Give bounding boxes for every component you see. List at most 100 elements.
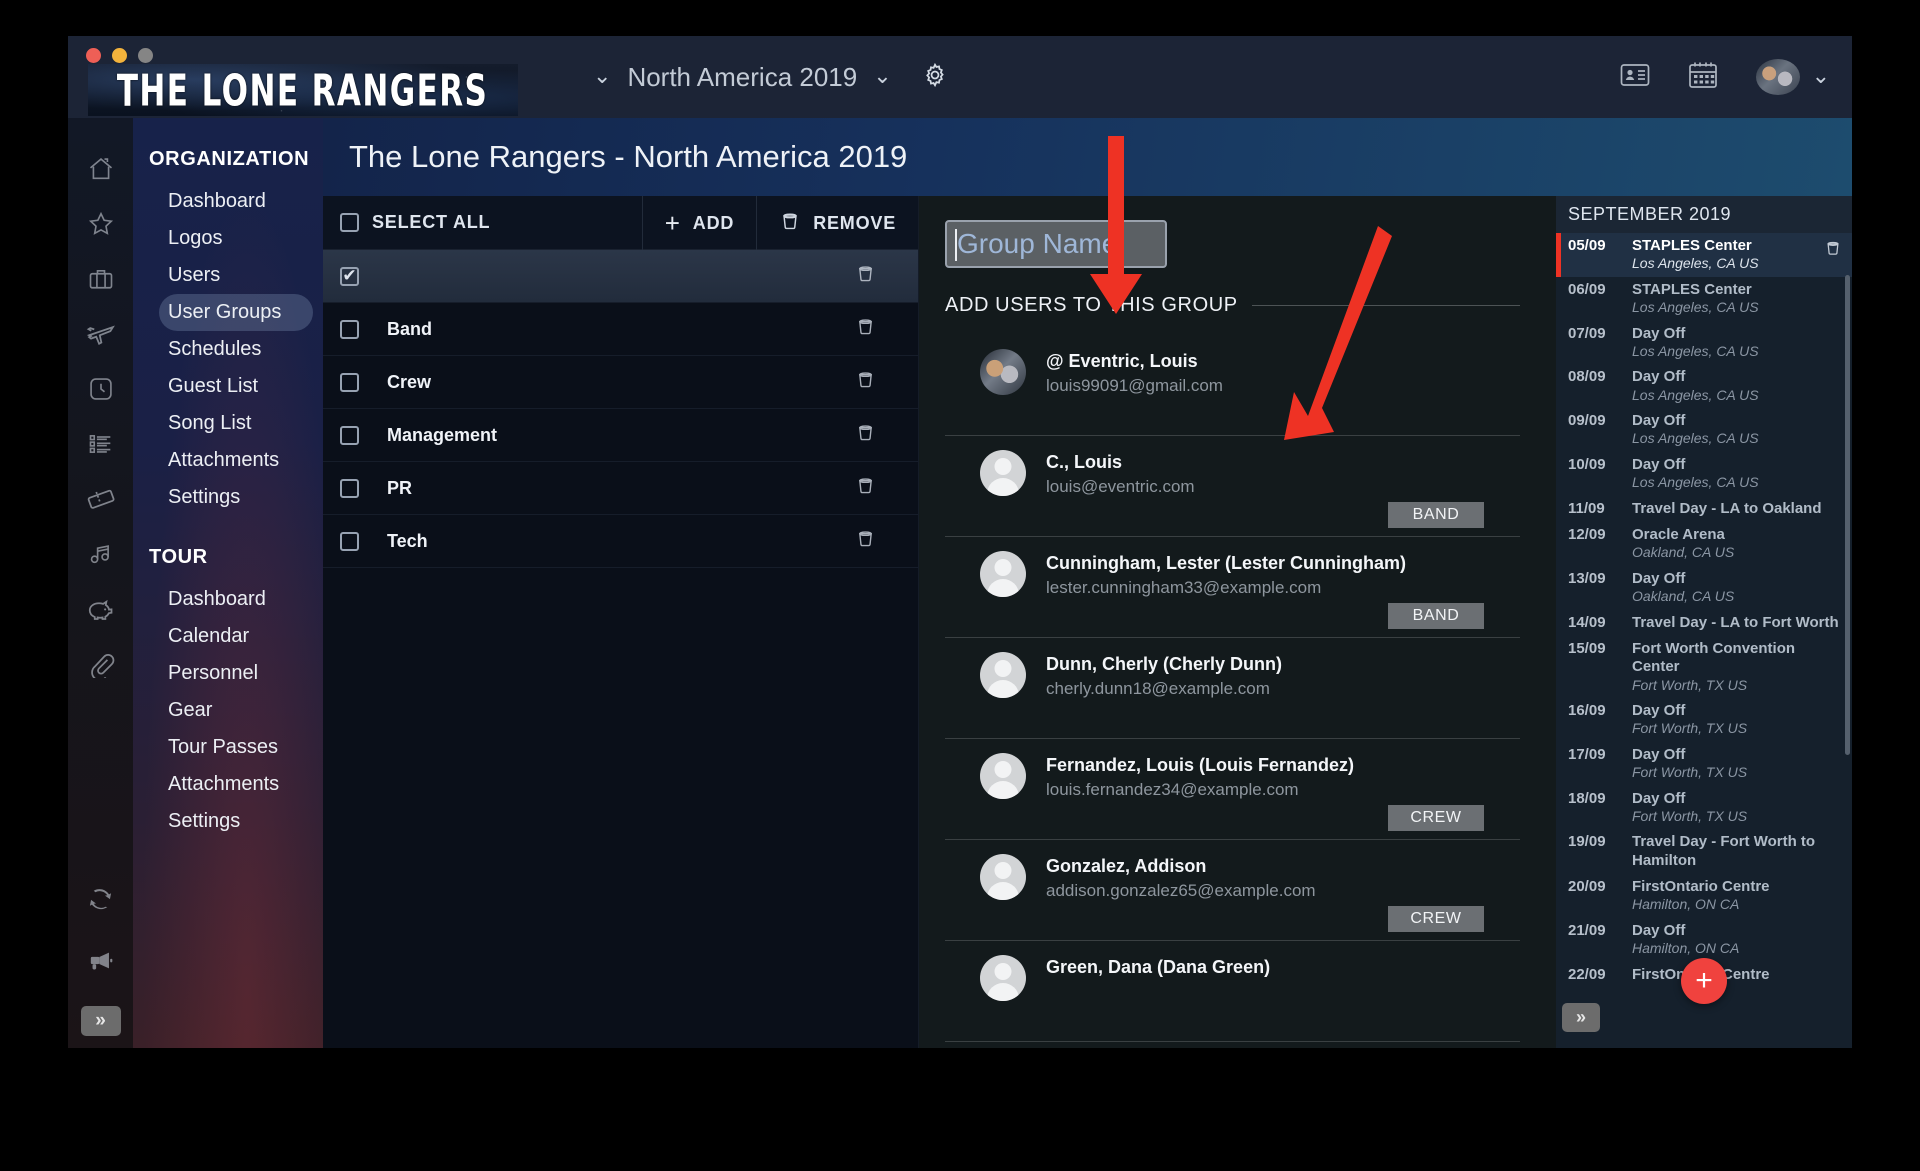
schedule-location: Los Angeles, CA US: [1632, 430, 1759, 447]
schedule-row[interactable]: 16/09 Day Off Fort Worth, TX US: [1556, 698, 1852, 742]
expand-rail-button[interactable]: »: [80, 1006, 121, 1036]
group-row[interactable]: Band: [323, 303, 918, 356]
chevron-down-icon-right[interactable]: ⌄: [873, 66, 891, 88]
sidebar-item-dashboard-org[interactable]: Dashboard: [133, 183, 323, 220]
select-all-control[interactable]: SELECT ALL: [323, 212, 490, 233]
sidebar-item-dashboard-tour[interactable]: Dashboard: [133, 581, 323, 618]
delete-group-icon[interactable]: [855, 475, 876, 501]
schedule-title: Day Off: [1632, 921, 1686, 939]
sidebar-item-guest-list[interactable]: Guest List: [133, 368, 323, 405]
sidebar-item-user-groups[interactable]: User Groups: [159, 294, 313, 331]
delete-group-icon[interactable]: [855, 422, 876, 448]
group-checkbox[interactable]: [340, 266, 359, 286]
delete-group-icon[interactable]: [855, 369, 876, 395]
paperclip-icon[interactable]: [78, 641, 124, 687]
music-note-icon[interactable]: [78, 531, 124, 577]
schedule-row[interactable]: 08/09 Day Off Los Angeles, CA US: [1556, 364, 1852, 408]
sidebar-item-logos[interactable]: Logos: [133, 220, 323, 257]
user-row[interactable]: @ Eventric, Louis louis99091@gmail.com: [945, 335, 1520, 436]
group-row[interactable]: Tech: [323, 515, 918, 568]
calendar-icon[interactable]: [1688, 61, 1718, 94]
group-checkbox[interactable]: [340, 425, 359, 445]
delete-group-icon[interactable]: [855, 263, 876, 289]
delete-group-icon[interactable]: [855, 528, 876, 554]
user-menu[interactable]: ⌄: [1755, 59, 1830, 95]
refresh-icon[interactable]: [78, 876, 124, 922]
schedule-row[interactable]: 18/09 Day Off Fort Worth, TX US: [1556, 786, 1852, 830]
user-row[interactable]: Green, Dana (Dana Green): [945, 941, 1520, 1042]
sidebar-nav: ORGANIZATION Dashboard Logos Users User …: [133, 118, 323, 1048]
delete-group-icon[interactable]: [855, 316, 876, 342]
schedule-row[interactable]: 21/09 Day Off Hamilton, ON CA: [1556, 918, 1852, 962]
megaphone-icon[interactable]: [78, 937, 124, 983]
user-name: Green, Dana (Dana Green): [1046, 957, 1271, 977]
user-row[interactable]: Cunningham, Lester (Lester Cunningham) l…: [945, 537, 1520, 638]
sidebar-item-settings-tour[interactable]: Settings: [133, 803, 323, 840]
sidebar-item-attachments-org[interactable]: Attachments: [133, 442, 323, 479]
gear-icon[interactable]: [922, 62, 948, 93]
group-row[interactable]: Management: [323, 409, 918, 462]
group-checkbox[interactable]: [340, 319, 359, 339]
user-row[interactable]: Dunn, Cherly (Cherly Dunn) cherly.dunn18…: [945, 638, 1520, 739]
schedule-row[interactable]: 13/09 Day Off Oakland, CA US: [1556, 566, 1852, 610]
user-row[interactable]: Gonzalez, Addison addison.gonzalez65@exa…: [945, 840, 1520, 941]
schedule-row[interactable]: 17/09 Day Off Fort Worth, TX US: [1556, 742, 1852, 786]
airplane-icon[interactable]: [78, 311, 124, 357]
schedule-row[interactable]: 20/09 FirstOntario Centre Hamilton, ON C…: [1556, 874, 1852, 918]
group-checkbox[interactable]: [340, 531, 359, 551]
star-icon[interactable]: [78, 201, 124, 247]
maximize-window-button[interactable]: [138, 48, 153, 63]
sidebar-item-settings-org[interactable]: Settings: [133, 479, 323, 516]
chevron-down-icon-left[interactable]: ⌄: [593, 66, 611, 88]
schedule-row[interactable]: 12/09 Oracle Arena Oakland, CA US: [1556, 522, 1852, 566]
schedule-title: Day Off: [1632, 569, 1686, 587]
sidebar-item-users[interactable]: Users: [133, 257, 323, 294]
sidebar-item-attachments-tour[interactable]: Attachments: [133, 766, 323, 803]
list-icon[interactable]: [78, 421, 124, 467]
schedule-title: Day Off: [1632, 324, 1686, 342]
ticket-icon[interactable]: [78, 476, 124, 522]
schedule-row[interactable]: 05/09 STAPLES Center Los Angeles, CA US: [1556, 233, 1852, 277]
schedule-row[interactable]: 11/09 Travel Day - LA to Oakland: [1556, 496, 1852, 522]
user-row[interactable]: C., Louis louis@eventric.com BAND: [945, 436, 1520, 537]
select-all-checkbox[interactable]: [340, 213, 359, 232]
add-button[interactable]: + ADD: [641, 196, 756, 250]
add-schedule-button[interactable]: +: [1681, 958, 1727, 1004]
group-row[interactable]: Crew: [323, 356, 918, 409]
group-checkbox[interactable]: [340, 372, 359, 392]
schedule-row[interactable]: 19/09 Travel Day - Fort Worth to Hamilto…: [1556, 829, 1852, 874]
home-icon[interactable]: [78, 146, 124, 192]
chevron-down-icon-user[interactable]: ⌄: [1812, 66, 1830, 88]
application-window: THE LONE RANGERS ⌄ North America 2019 ⌄: [68, 36, 1852, 1048]
remove-button[interactable]: REMOVE: [756, 196, 918, 250]
contact-card-icon[interactable]: [1620, 63, 1650, 92]
tour-selector[interactable]: ⌄ North America 2019 ⌄: [593, 36, 948, 118]
sidebar-item-schedules[interactable]: Schedules: [133, 331, 323, 368]
clock-icon[interactable]: [78, 366, 124, 412]
schedule-row[interactable]: 15/09 Fort Worth Convention Center Fort …: [1556, 636, 1852, 698]
sidebar-item-tour-passes[interactable]: Tour Passes: [133, 729, 323, 766]
avatar[interactable]: [1755, 59, 1800, 95]
delete-schedule-icon[interactable]: [1824, 239, 1842, 262]
schedule-row[interactable]: 06/09 STAPLES Center Los Angeles, CA US: [1556, 277, 1852, 321]
schedule-row[interactable]: 07/09 Day Off Los Angeles, CA US: [1556, 321, 1852, 365]
tour-selector-label: North America 2019: [627, 61, 858, 92]
group-row[interactable]: [323, 250, 918, 303]
schedule-row[interactable]: 09/09 Day Off Los Angeles, CA US: [1556, 408, 1852, 452]
sidebar-item-gear[interactable]: Gear: [133, 692, 323, 729]
schedule-row[interactable]: 14/09 Travel Day - LA to Fort Worth: [1556, 610, 1852, 636]
expand-schedule-button[interactable]: »: [1562, 1003, 1600, 1032]
close-window-button[interactable]: [86, 48, 101, 63]
minimize-window-button[interactable]: [112, 48, 127, 63]
group-checkbox[interactable]: [340, 478, 359, 498]
sidebar-item-personnel[interactable]: Personnel: [133, 655, 323, 692]
group-name-input[interactable]: Group Name: [945, 220, 1167, 268]
sidebar-item-song-list[interactable]: Song List: [133, 405, 323, 442]
piggy-bank-icon[interactable]: [78, 586, 124, 632]
user-row[interactable]: Fernandez, Louis (Louis Fernandez) louis…: [945, 739, 1520, 840]
schedule-scrollbar[interactable]: [1845, 275, 1850, 755]
sidebar-item-calendar[interactable]: Calendar: [133, 618, 323, 655]
briefcase-icon[interactable]: [78, 256, 124, 302]
group-row[interactable]: PR: [323, 462, 918, 515]
schedule-row[interactable]: 10/09 Day Off Los Angeles, CA US: [1556, 452, 1852, 496]
